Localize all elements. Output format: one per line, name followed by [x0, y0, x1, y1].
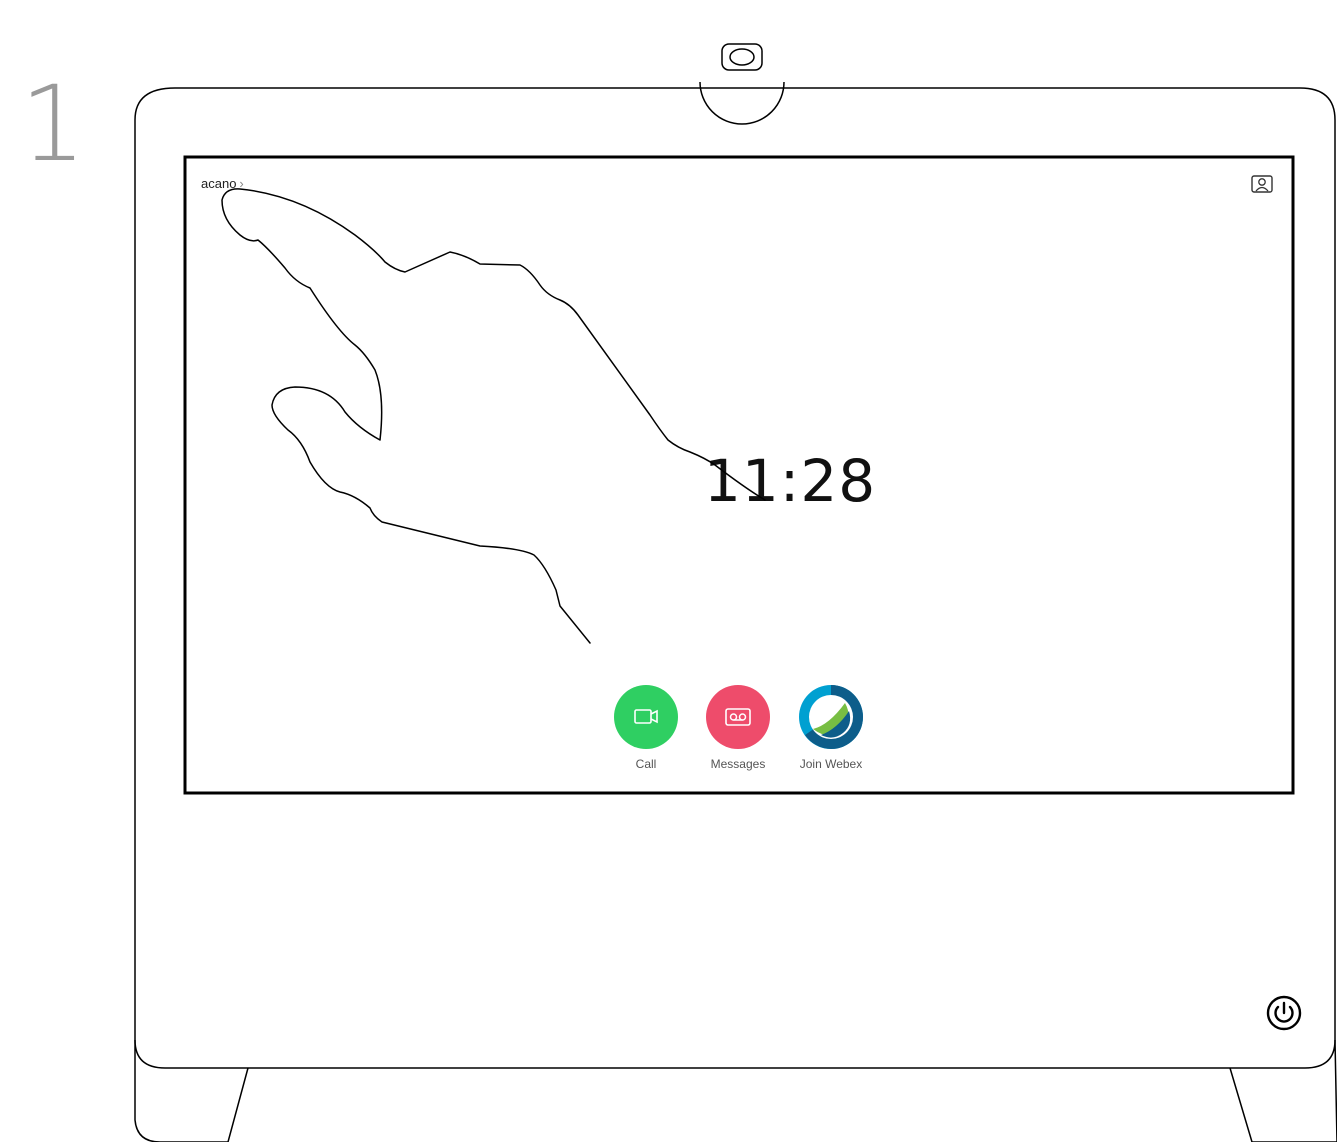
camera-icon	[721, 43, 763, 71]
messages-button[interactable]: Messages	[693, 685, 783, 771]
right-stand	[1229, 1039, 1337, 1142]
voicemail-icon	[725, 708, 751, 726]
left-stand	[134, 1040, 249, 1142]
selfview-button[interactable]	[1251, 175, 1273, 193]
chevron-right-icon: ›	[239, 176, 244, 191]
touch-screen: acano › 11:28 Call Messages Join Webex	[187, 159, 1291, 791]
join-webex-label: Join Webex	[799, 757, 863, 771]
power-button[interactable]	[1266, 995, 1302, 1031]
clock: 11:28	[704, 447, 877, 515]
selfview-icon	[1251, 175, 1273, 193]
video-camera-icon	[634, 709, 658, 724]
breadcrumb[interactable]: acano ›	[201, 176, 244, 191]
messages-label: Messages	[710, 757, 766, 771]
call-label: Call	[635, 757, 657, 771]
power-icon	[1266, 995, 1302, 1031]
messages-circle	[706, 685, 770, 749]
call-circle	[614, 685, 678, 749]
call-button[interactable]: Call	[601, 685, 691, 771]
webex-logo-icon	[799, 685, 863, 749]
join-webex-button[interactable]: Join Webex	[786, 685, 876, 771]
webex-circle	[799, 685, 863, 749]
breadcrumb-label: acano	[201, 176, 237, 191]
